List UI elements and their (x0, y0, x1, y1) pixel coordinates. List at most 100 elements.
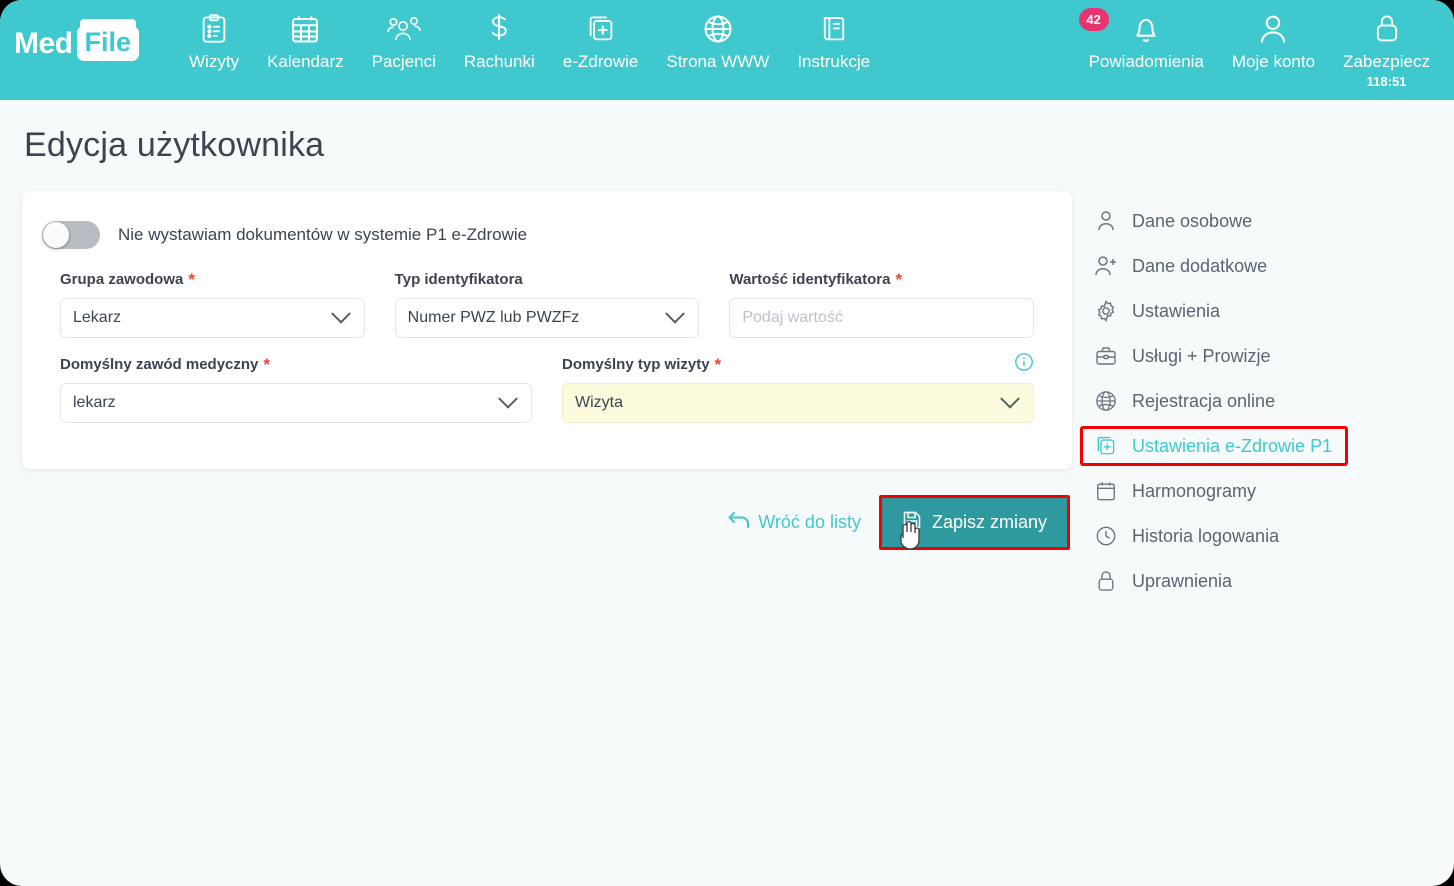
book-icon (820, 12, 848, 46)
sidebar-item-label: Rejestracja online (1132, 390, 1276, 411)
field-label-text: Grupa zawodowa (60, 270, 184, 288)
sidebar-item-rejestracja-online[interactable]: Rejestracja online (1080, 381, 1402, 421)
grupa-zawodowa-select[interactable]: Lekarz (60, 298, 365, 338)
nav-item-pacjenci[interactable]: Pacjenci (358, 6, 450, 72)
globe-icon (1094, 389, 1118, 413)
page-title: Edycja użytkownika (24, 126, 325, 164)
back-to-list-link[interactable]: Wróć do listy (728, 511, 861, 534)
form-row-1: Grupa zawodowa * Lekarz Typ identyfikato… (40, 269, 1044, 350)
clipboard-icon (200, 12, 228, 46)
lock-icon (1094, 569, 1118, 593)
domyslny-zawod-select[interactable]: lekarz (60, 383, 532, 423)
typ-identyfikatora-select[interactable]: Numer PWZ lub PWZFz (394, 298, 700, 338)
field-group-domyslny-typ-wizyty: Domyślny typ wizyty * Wizyta (542, 352, 1044, 435)
select-value: Lekarz (73, 309, 122, 326)
app-logo[interactable]: Med File (14, 19, 140, 61)
secondary-nav: 42 Powiadomienia Moje konto Zabezpiecz 1… (1075, 6, 1444, 89)
users-icon (386, 12, 421, 46)
ehealth-card-icon (1094, 434, 1118, 458)
globe-icon (703, 12, 733, 46)
save-button[interactable]: Zapisz zmiany (881, 498, 1067, 547)
dollar-icon (487, 12, 511, 46)
sidebar-item-dane-dodatkowe[interactable]: Dane dodatkowe (1080, 246, 1402, 286)
nav-item-powiadomienia[interactable]: 42 Powiadomienia (1075, 6, 1218, 89)
field-group-grupa-zawodowa: Grupa zawodowa * Lekarz (40, 269, 375, 350)
save-button-label: Zapisz zmiany (931, 512, 1047, 532)
app-window: Med File Wizyty Kalendarz Pacjenci Rachu… (0, 0, 1454, 886)
field-label: Domyślny typ wizyty * (562, 352, 1034, 376)
chevron-down-icon (1000, 388, 1020, 409)
ezdrowie-settings-card: Nie wystawiam dokumentów w systemie P1 e… (22, 191, 1072, 469)
chevron-down-icon (498, 388, 518, 409)
sidebar-item-label: Usługi + Prowizje (1132, 345, 1271, 366)
nav-item-wizyty[interactable]: Wizyty (175, 6, 253, 72)
sidebar-item-uprawnienia[interactable]: Uprawnienia (1080, 561, 1402, 601)
nav-label: Strona WWW (666, 52, 770, 71)
nav-label: Zabezpiecz (1343, 52, 1430, 71)
ehealth-card-icon (586, 12, 616, 46)
toggle-knob (43, 222, 69, 248)
required-marker: * (263, 354, 271, 374)
user-icon (1258, 12, 1288, 46)
sidebar-item-label: Dane osobowe (1132, 210, 1253, 231)
session-timer: 118:51 (1366, 74, 1407, 89)
nav-label: e-Zdrowie (562, 52, 639, 71)
field-label: Wartość identyfikatora * (729, 269, 1034, 289)
field-group-typ-identyfikatora: Typ identyfikatora Numer PWZ lub PWZFz (375, 269, 710, 350)
nav-label: Moje konto (1231, 52, 1316, 71)
page-body: Nie wystawiam dokumentów w systemie P1 e… (0, 165, 1454, 606)
calendar-icon (1094, 479, 1118, 503)
sidebar-item-harmonogramy[interactable]: Harmonogramy (1080, 471, 1402, 511)
gear-icon (1094, 299, 1118, 323)
primary-nav: Wizyty Kalendarz Pacjenci Rachunki e-Zdr… (175, 6, 884, 72)
nav-label: Powiadomienia (1088, 52, 1204, 71)
field-label-text: Domyślny zawód medyczny (60, 355, 259, 373)
select-value: Numer PWZ lub PWZFz (407, 309, 580, 326)
p1-documents-toggle-row: Nie wystawiam dokumentów w systemie P1 e… (42, 221, 1044, 249)
nav-item-instrukcje[interactable]: Instrukcje (783, 6, 884, 72)
field-group-domyslny-zawod: Domyślny zawód medyczny * lekarz (40, 354, 542, 435)
nav-label: Pacjenci (371, 52, 436, 71)
field-label-text: Wartość identyfikatora (729, 270, 891, 288)
field-label-text: Domyślny typ wizyty (562, 355, 710, 373)
nav-item-strona-www[interactable]: Strona WWW (652, 6, 783, 72)
domyslny-typ-wizyty-select[interactable]: Wizyta (562, 383, 1034, 423)
info-icon[interactable] (1014, 352, 1034, 376)
form-actions: Wróć do listy Zapisz zmiany (22, 495, 1072, 550)
field-label-text: Typ identyfikatora (394, 270, 523, 288)
wartosc-identyfikatora-input[interactable]: Podaj wartość (729, 298, 1035, 338)
sidebar-item-ustawienia-ezdrowie-p1[interactable]: Ustawienia e-Zdrowie P1 (1080, 426, 1348, 466)
nav-item-kalendarz[interactable]: Kalendarz (253, 6, 358, 72)
nav-item-zabezpiecz[interactable]: Zabezpiecz 118:51 (1329, 6, 1444, 89)
logo-text-med: Med (14, 26, 73, 60)
sidebar-item-ustawienia[interactable]: Ustawienia (1080, 291, 1402, 331)
nav-item-ezdrowie[interactable]: e-Zdrowie (549, 6, 653, 72)
sidebar-item-uslugi-prowizje[interactable]: Usługi + Prowizje (1080, 336, 1402, 376)
nav-label: Wizyty (189, 52, 240, 71)
sidebar-item-label: Uprawnienia (1132, 570, 1233, 591)
sidebar-item-label: Dane dodatkowe (1132, 255, 1268, 276)
sidebar-item-label: Ustawienia e-Zdrowie P1 (1132, 435, 1333, 456)
nav-item-moje-konto[interactable]: Moje konto (1218, 6, 1329, 89)
p1-documents-toggle[interactable] (42, 221, 100, 249)
input-placeholder: Podaj wartość (742, 309, 843, 326)
calendar-icon (290, 12, 320, 46)
chevron-down-icon (330, 303, 351, 324)
sidebar-item-label: Historia logowania (1132, 525, 1280, 546)
form-row-2: Domyślny zawód medyczny * lekarz Domyśln… (40, 352, 1044, 435)
sidebar-item-historia-logowania[interactable]: Historia logowania (1080, 516, 1402, 556)
required-marker: * (895, 269, 903, 289)
p1-documents-toggle-label: Nie wystawiam dokumentów w systemie P1 e… (118, 225, 528, 244)
nav-item-rachunki[interactable]: Rachunki (450, 6, 549, 72)
sidebar-item-label: Harmonogramy (1132, 480, 1257, 501)
user-icon (1094, 209, 1118, 233)
save-button-highlight: Zapisz zmiany (878, 495, 1070, 550)
sidebar-item-dane-osobowe[interactable]: Dane osobowe (1080, 201, 1402, 241)
required-marker: * (714, 354, 722, 374)
sidebar-item-label: Ustawienia (1132, 300, 1221, 321)
save-disk-icon (902, 510, 922, 535)
bell-icon (1130, 12, 1162, 46)
logo-text-file: File (76, 19, 140, 61)
chevron-down-icon (665, 303, 686, 324)
user-plus-icon (1094, 254, 1118, 278)
